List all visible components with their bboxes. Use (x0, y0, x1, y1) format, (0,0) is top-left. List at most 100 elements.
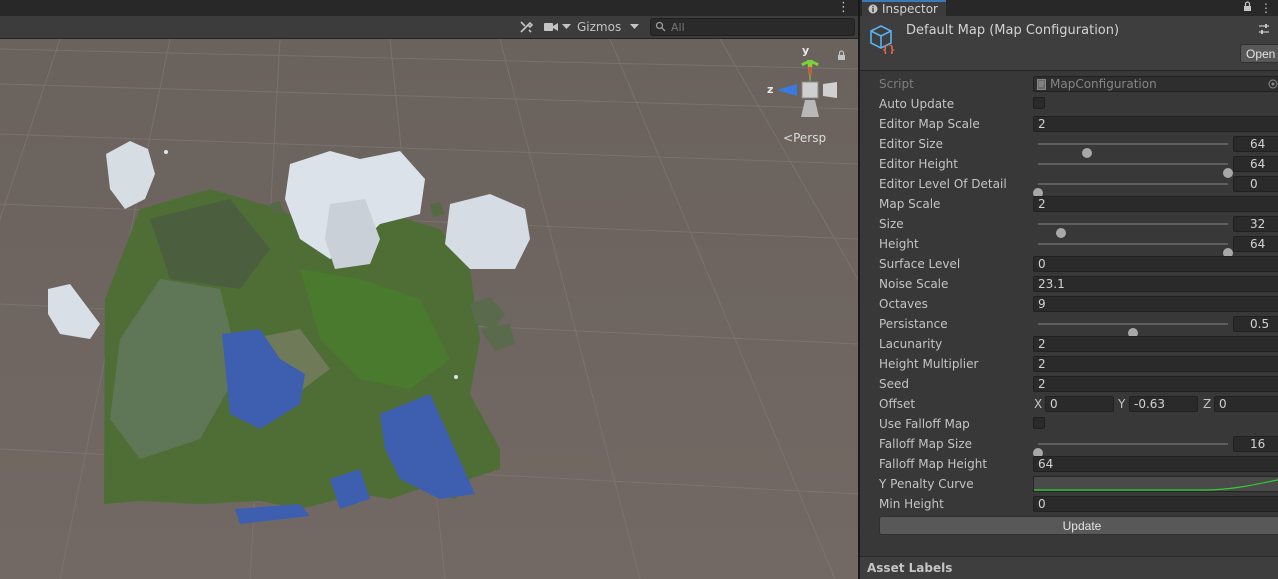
orientation-gizmo[interactable] (775, 55, 845, 125)
property-label: Y Penalty Curve (879, 477, 974, 491)
property-label: Lacunarity (879, 337, 943, 351)
property-offset: Offset X 0 Y -0.63 Z 0 (860, 394, 1278, 414)
offset-x-label: X (1034, 397, 1043, 411)
property-size: Size 32 (860, 214, 1278, 238)
property-surface-level: Surface Level 0 (860, 254, 1278, 274)
svg-text:{}: {} (882, 43, 895, 54)
camera-dropdown[interactable] (541, 17, 573, 37)
height-field[interactable]: 64 (1233, 236, 1278, 252)
script-field[interactable]: MapConfiguration (1033, 76, 1278, 92)
more-options-icon[interactable]: ⋮ (837, 0, 850, 15)
offset-x-field[interactable]: 0 (1045, 396, 1114, 412)
perspective-icon: < (783, 131, 794, 145)
editor-lod-slider[interactable] (1033, 183, 1228, 198)
surface-level-field[interactable]: 0 (1033, 256, 1278, 272)
falloff-map-height-field[interactable]: 64 (1033, 456, 1278, 472)
gizmos-dropdown[interactable] (626, 17, 642, 37)
property-label: Editor Map Scale (879, 117, 980, 131)
offset-y-label: Y (1118, 397, 1126, 411)
size-slider[interactable] (1038, 223, 1228, 238)
persistance-field[interactable]: 0.5 (1233, 316, 1278, 332)
lock-icon[interactable] (837, 50, 846, 61)
property-label: Size (879, 217, 904, 231)
property-lacunarity: Lacunarity 2 (860, 334, 1278, 354)
height-slider[interactable] (1038, 243, 1233, 258)
scene-top-strip: ⋮ (0, 0, 858, 16)
property-label: Height (879, 237, 919, 251)
asset-labels-title: Asset Labels (867, 561, 953, 575)
tab-inspector[interactable]: Inspector (862, 0, 946, 16)
editor-size-slider[interactable] (1038, 143, 1228, 158)
gizmo-axis-y: y (802, 44, 810, 57)
size-field[interactable]: 32 (1233, 216, 1278, 232)
chevron-down-icon (629, 24, 639, 29)
offset-z-label: Z (1203, 397, 1212, 411)
property-label: Script (879, 77, 914, 91)
min-height-field[interactable]: 0 (1033, 496, 1278, 512)
settings-sliders-icon[interactable] (1258, 23, 1270, 35)
octaves-field[interactable]: 9 (1033, 296, 1278, 312)
script-value: MapConfiguration (1050, 77, 1157, 91)
script-file-icon (1037, 79, 1046, 90)
projection-label: Persp (793, 131, 827, 145)
falloff-map-size-slider[interactable] (1033, 443, 1228, 458)
property-label: Editor Size (879, 137, 943, 151)
scene-search-input[interactable] (671, 19, 849, 35)
y-penalty-curve-field[interactable] (1033, 476, 1278, 492)
object-picker-icon[interactable] (1268, 79, 1278, 89)
map-scale-field[interactable]: 2 (1033, 196, 1278, 212)
tab-inspector-label: Inspector (882, 2, 938, 16)
asset-labels-section[interactable]: Asset Labels (860, 556, 1278, 579)
lacunarity-field[interactable]: 2 (1033, 336, 1278, 352)
falloff-map-size-field[interactable]: 16 (1233, 436, 1278, 452)
property-label: Use Falloff Map (879, 417, 970, 431)
offset-y-field[interactable]: -0.63 (1129, 396, 1198, 412)
update-button[interactable]: Update (879, 516, 1278, 535)
property-script: Script MapConfiguration (860, 74, 1278, 94)
scene-search[interactable] (650, 18, 855, 36)
use-falloff-map-checkbox[interactable] (1033, 417, 1045, 429)
scene-view[interactable]: ⋮ Gizmos y z <Persp (0, 0, 858, 579)
scene-viewport[interactable] (0, 39, 858, 579)
editor-map-scale-field[interactable]: 2 (1033, 116, 1278, 132)
chevron-down-icon (562, 24, 571, 29)
property-list: Script MapConfiguration Auto Update Edit… (860, 74, 1278, 514)
property-height: Height 64 (860, 234, 1278, 258)
property-label: Map Scale (879, 197, 941, 211)
property-falloff-map-size: Falloff Map Size 16 (860, 434, 1278, 458)
open-button[interactable]: Open (1240, 44, 1278, 63)
asset-header: {} Default Map (Map Configuration) Open (860, 16, 1278, 71)
search-icon (655, 21, 666, 32)
scene-toolbar: Gizmos (0, 16, 858, 39)
lock-icon[interactable] (1243, 1, 1252, 15)
editor-height-slider[interactable] (1038, 163, 1233, 178)
property-editor-lod: Editor Level Of Detail 0 (860, 174, 1278, 198)
property-noise-scale: Noise Scale 23.1 (860, 274, 1278, 294)
property-auto-update: Auto Update (860, 94, 1278, 114)
projection-toggle[interactable]: <Persp (783, 131, 826, 145)
editor-height-field[interactable]: 64 (1233, 156, 1278, 172)
gizmos-label: Gizmos (577, 20, 622, 34)
property-label: Persistance (879, 317, 948, 331)
property-map-scale: Map Scale 2 (860, 194, 1278, 214)
height-multiplier-field[interactable]: 2 (1033, 356, 1278, 372)
camera-icon (544, 23, 558, 31)
update-button-label: Update (1062, 519, 1102, 533)
property-use-falloff-map: Use Falloff Map (860, 414, 1278, 434)
gizmos-button[interactable]: Gizmos (577, 17, 621, 37)
noise-scale-field[interactable]: 23.1 (1033, 276, 1278, 292)
property-label: Falloff Map Height (879, 457, 988, 471)
persistance-slider[interactable] (1038, 323, 1228, 338)
property-editor-height: Editor Height 64 (860, 154, 1278, 178)
tools-icon[interactable] (515, 17, 537, 37)
more-options-icon[interactable]: ⋮ (1260, 1, 1272, 15)
auto-update-checkbox[interactable] (1033, 97, 1045, 109)
property-label: Height Multiplier (879, 357, 979, 371)
seed-field[interactable]: 2 (1033, 376, 1278, 392)
editor-size-field[interactable]: 64 (1233, 136, 1278, 152)
editor-lod-field[interactable]: 0 (1233, 176, 1278, 192)
offset-z-field[interactable]: 0 (1214, 396, 1278, 412)
property-persistance: Persistance 0.5 (860, 314, 1278, 338)
inspector-panel: Inspector ⋮ {} Default Map (Map Configur… (860, 0, 1278, 579)
property-editor-size: Editor Size 64 (860, 134, 1278, 158)
